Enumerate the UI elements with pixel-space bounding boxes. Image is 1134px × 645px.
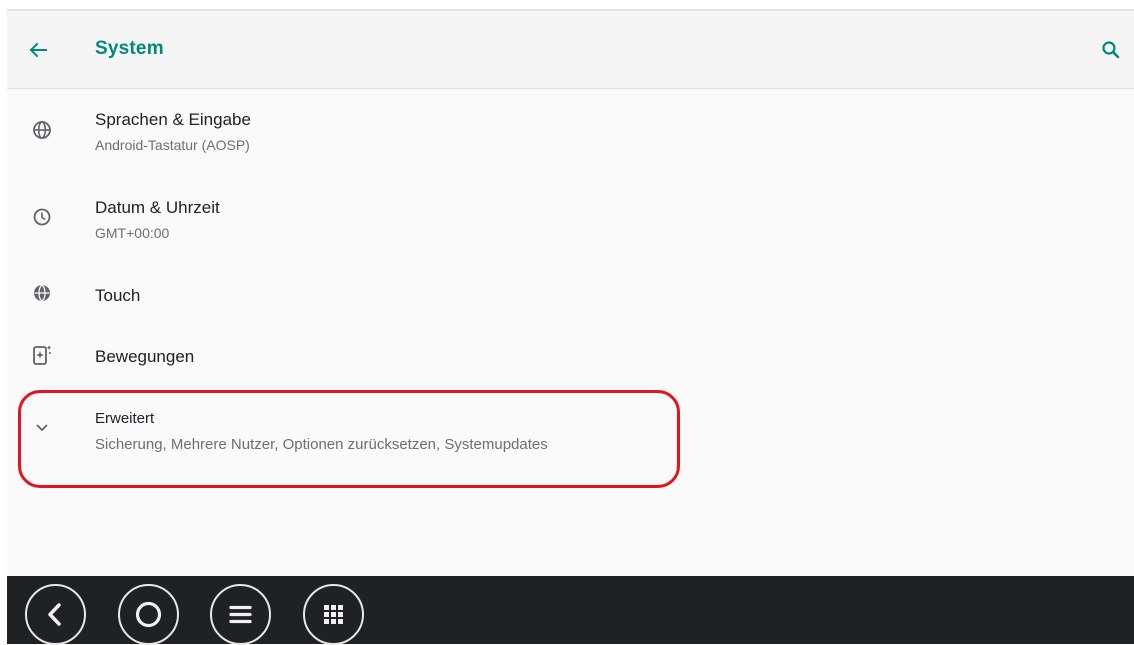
setting-label: Datum & Uhrzeit	[95, 198, 220, 217]
setting-gestures[interactable]: Bewegungen	[7, 325, 1134, 387]
touch-globe-icon	[34, 284, 50, 302]
apps-grid-icon	[324, 605, 343, 624]
menu-icon	[229, 605, 252, 624]
chevron-down-icon	[36, 424, 48, 432]
search-button[interactable]	[1096, 35, 1126, 65]
back-icon	[48, 603, 61, 626]
arrow-left-icon	[29, 42, 47, 58]
nav-menu-button[interactable]	[210, 584, 271, 645]
setting-label: Sprachen & Eingabe	[95, 110, 251, 129]
setting-advanced[interactable]: Erweitert Sicherung, Mehrere Nutzer, Opt…	[7, 396, 1134, 481]
settings-screen: System Sprachen & Eingabe Android-Tastat…	[7, 11, 1134, 645]
nav-apps-button[interactable]	[303, 584, 364, 645]
setting-summary: Android-Tastatur (AOSP)	[95, 137, 250, 153]
setting-languages-input[interactable]: Sprachen & Eingabe Android-Tastatur (AOS…	[7, 89, 1134, 177]
nav-back-button[interactable]	[25, 584, 86, 645]
setting-date-time[interactable]: Datum & Uhrzeit GMT+00:00	[7, 177, 1134, 265]
setting-summary: Sicherung, Mehrere Nutzer, Optionen zurü…	[95, 436, 548, 453]
back-button[interactable]	[23, 35, 53, 65]
app-bar: System	[7, 11, 1134, 89]
setting-summary: GMT+00:00	[95, 225, 170, 241]
phone-sparkle-icon	[33, 345, 52, 365]
navigation-bar	[7, 576, 1134, 645]
globe-icon	[33, 121, 51, 139]
search-icon	[1102, 41, 1120, 59]
setting-label: Touch	[95, 286, 141, 305]
clock-icon	[33, 208, 51, 226]
setting-label: Erweitert	[95, 410, 155, 427]
setting-touch[interactable]: Touch	[7, 265, 1134, 325]
nav-home-button[interactable]	[118, 584, 179, 645]
setting-label: Bewegungen	[95, 347, 195, 366]
page-title: System	[95, 38, 164, 59]
home-icon	[135, 601, 162, 628]
